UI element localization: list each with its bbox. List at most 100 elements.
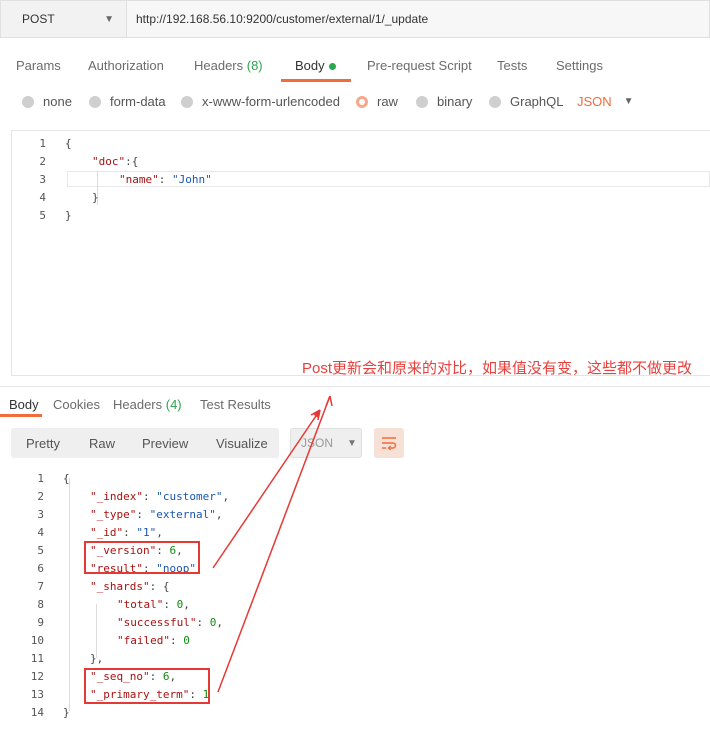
json-number: 0 xyxy=(183,634,190,647)
json-key: "_id" xyxy=(90,526,124,539)
json-key: "failed" xyxy=(117,634,170,647)
body-language-select[interactable]: JSON ▼ xyxy=(577,94,634,109)
json-punct: , xyxy=(216,616,223,629)
res-headers-count: (4) xyxy=(165,397,182,412)
mode-raw[interactable]: Raw xyxy=(89,436,115,451)
radio-urlencoded-label: x-www-form-urlencoded xyxy=(202,94,340,109)
code-line: "failed": 0 xyxy=(117,632,190,650)
radio-icon xyxy=(181,95,193,108)
code-brace: { xyxy=(65,137,72,150)
code-line: "doc":{ xyxy=(92,153,138,171)
tab-headers[interactable]: Headers (8) xyxy=(194,58,263,73)
headers-count-badge: (8) xyxy=(246,58,263,73)
indent-guide xyxy=(69,478,70,711)
url-input[interactable]: http://192.168.56.10:9200/customer/exter… xyxy=(127,0,710,38)
json-key: "_type" xyxy=(90,508,137,521)
line-number: 2 xyxy=(39,155,46,168)
mode-preview[interactable]: Preview xyxy=(142,436,188,451)
radio-raw[interactable]: raw xyxy=(356,94,398,109)
res-tab-body[interactable]: Body xyxy=(9,397,39,412)
json-key: "_index" xyxy=(90,490,143,503)
wrap-lines-button[interactable] xyxy=(374,428,404,458)
line-number: 4 xyxy=(39,191,46,204)
json-string: "external" xyxy=(149,508,216,521)
res-tab-cookies[interactable]: Cookies xyxy=(53,397,100,412)
line-number: 7 xyxy=(37,580,44,593)
res-tab-test-results[interactable]: Test Results xyxy=(200,397,271,412)
code-line: "_shards": { xyxy=(90,578,169,596)
chevron-down-icon: ▼ xyxy=(347,437,357,449)
json-punct: : xyxy=(142,490,157,503)
tab-params[interactable]: Params xyxy=(16,58,61,73)
request-body-editor[interactable]: 1 2 3 4 5 { "doc":{ "name": "John" } } xyxy=(11,130,710,376)
active-tab-indicator xyxy=(0,414,42,417)
radio-graphql[interactable]: GraphQL xyxy=(489,94,563,109)
json-punct: , xyxy=(215,508,223,521)
method-select[interactable]: POST ▼ xyxy=(0,0,127,38)
highlight-box-version-result xyxy=(84,541,200,574)
radio-raw-label: raw xyxy=(377,94,398,109)
line-number: 5 xyxy=(37,544,44,557)
json-punct: , xyxy=(156,526,163,539)
response-view-modes: Pretty Raw Preview Visualize xyxy=(11,428,279,458)
radio-form-data[interactable]: form-data xyxy=(89,94,166,109)
response-language-label: JSON xyxy=(301,436,334,450)
method-label: POST xyxy=(22,12,55,26)
modified-dot-icon xyxy=(328,63,336,71)
json-punct: :{ xyxy=(125,155,139,168)
wrap-lines-icon xyxy=(382,437,397,450)
radio-selected-icon xyxy=(356,95,368,108)
tab-body[interactable]: Body xyxy=(295,58,336,73)
tab-body-label: Body xyxy=(295,58,325,73)
line-number: 4 xyxy=(37,526,44,539)
json-punct: : xyxy=(158,173,172,186)
json-key: "doc" xyxy=(92,155,126,168)
mode-visualize[interactable]: Visualize xyxy=(216,436,268,451)
body-type-selector: none form-data x-www-form-urlencoded raw… xyxy=(0,92,710,114)
tab-settings[interactable]: Settings xyxy=(556,58,603,73)
response-language-select[interactable]: JSON ▼ xyxy=(290,428,362,458)
request-url-bar: POST ▼ http://192.168.56.10:9200/custome… xyxy=(0,0,710,38)
line-number: 13 xyxy=(30,688,44,701)
line-number: 1 xyxy=(37,472,44,485)
line-number: 1 xyxy=(39,137,46,150)
json-punct: : xyxy=(169,634,184,647)
res-tab-headers[interactable]: Headers (4) xyxy=(113,397,182,412)
line-number: 8 xyxy=(37,598,44,611)
radio-none[interactable]: none xyxy=(22,94,72,109)
json-key: "successful" xyxy=(117,616,197,629)
json-key: "total" xyxy=(117,598,164,611)
tab-tests[interactable]: Tests xyxy=(497,58,527,73)
code-brace: } xyxy=(63,706,70,719)
res-tab-headers-label: Headers xyxy=(113,397,166,412)
code-brace: }, xyxy=(90,652,104,665)
mode-pretty[interactable]: Pretty xyxy=(26,436,60,451)
tab-headers-label: Headers xyxy=(194,58,247,73)
chevron-down-icon: ▼ xyxy=(104,13,114,25)
line-number: 3 xyxy=(37,508,44,521)
json-key: "_shards" xyxy=(90,580,150,593)
json-string: "1" xyxy=(136,526,157,539)
tab-authorization[interactable]: Authorization xyxy=(88,58,164,73)
tab-pre-request-script[interactable]: Pre-request Script xyxy=(367,58,472,73)
radio-binary[interactable]: binary xyxy=(416,94,472,109)
radio-icon xyxy=(89,95,101,108)
line-number: 6 xyxy=(37,562,44,575)
radio-form-data-label: form-data xyxy=(110,94,166,109)
code-line: "successful": 0, xyxy=(117,614,223,632)
code-brace: } xyxy=(65,209,72,222)
active-tab-indicator xyxy=(281,79,351,82)
line-number: 5 xyxy=(39,209,46,222)
radio-graphql-label: GraphQL xyxy=(510,94,564,109)
json-punct: : { xyxy=(149,580,170,593)
body-language-label: JSON xyxy=(577,94,612,109)
json-punct: , xyxy=(222,490,230,503)
radio-icon xyxy=(416,95,428,108)
code-line: "_type": "external", xyxy=(90,506,222,524)
radio-none-label: none xyxy=(43,94,72,109)
line-number: 14 xyxy=(30,706,44,719)
radio-urlencoded[interactable]: x-www-form-urlencoded xyxy=(181,94,340,109)
highlight-box-seq-term xyxy=(84,668,210,704)
annotation-note: Post更新会和原来的对比，如果值没有变，这些都不做更改 xyxy=(302,360,693,377)
line-number: 11 xyxy=(30,652,44,665)
